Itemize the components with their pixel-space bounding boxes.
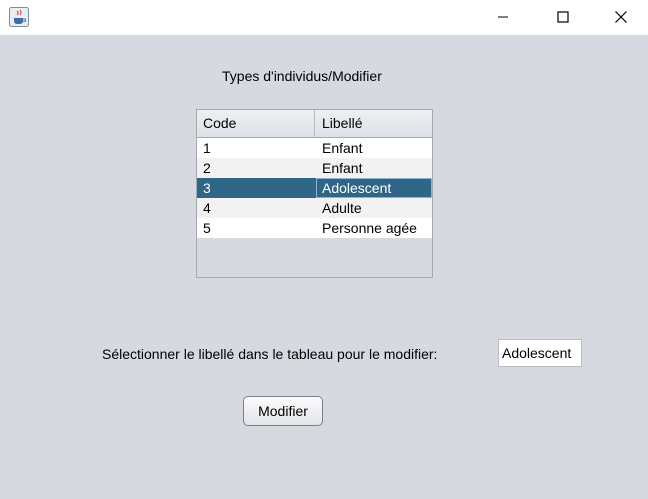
cell-code[interactable]: 3	[197, 178, 315, 198]
column-header-libelle[interactable]: Libellé	[316, 110, 432, 137]
cell-code[interactable]: 1	[197, 138, 315, 158]
table-row[interactable]: 5 Personne agée	[197, 218, 432, 238]
cell-code[interactable]: 5	[197, 218, 315, 238]
table-row[interactable]: 2 Enfant	[197, 158, 432, 178]
table-row[interactable]: 1 Enfant	[197, 138, 432, 158]
cell-libelle[interactable]: Personne agée	[316, 218, 432, 238]
instruction-label: Sélectionner le libellé dans le tableau …	[102, 346, 438, 362]
maximize-icon	[557, 11, 569, 23]
modify-button[interactable]: Modifier	[243, 396, 323, 426]
cell-libelle[interactable]: Adolescent	[316, 178, 432, 198]
close-button[interactable]	[598, 0, 644, 35]
cell-libelle[interactable]: Enfant	[316, 158, 432, 178]
cell-code[interactable]: 4	[197, 198, 315, 218]
minimize-button[interactable]	[480, 0, 526, 35]
table-row-selected[interactable]: 3 Adolescent	[197, 178, 432, 198]
column-header-code[interactable]: Code	[197, 110, 315, 137]
cell-code[interactable]: 2	[197, 158, 315, 178]
page-title: Types d'individus/Modifier	[222, 68, 382, 84]
individual-types-table[interactable]: Code Libellé 1 Enfant 2 Enfant 3 Adolesc…	[196, 109, 433, 278]
maximize-button[interactable]	[540, 0, 586, 35]
table-header: Code Libellé	[197, 110, 432, 138]
minimize-icon	[498, 16, 508, 18]
table-row[interactable]: 4 Adulte	[197, 198, 432, 218]
libelle-input[interactable]	[498, 339, 582, 367]
close-icon	[615, 11, 627, 23]
java-cup-icon[interactable]	[9, 7, 29, 27]
cell-libelle[interactable]: Enfant	[316, 138, 432, 158]
cell-libelle[interactable]: Adulte	[316, 198, 432, 218]
table-body: 1 Enfant 2 Enfant 3 Adolescent 4 Adulte …	[197, 138, 432, 238]
title-bar	[0, 0, 648, 35]
